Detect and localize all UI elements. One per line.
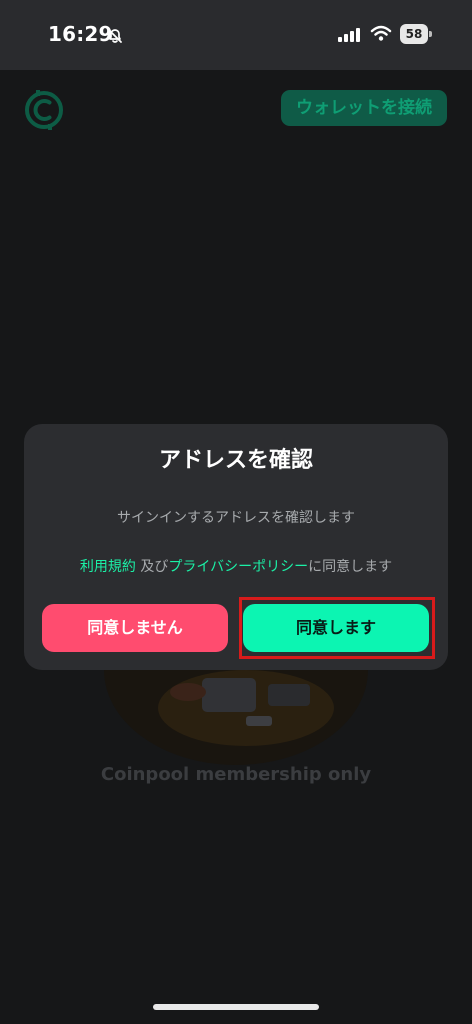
battery-level: 58: [400, 24, 428, 44]
agree-button[interactable]: 同意します: [243, 604, 429, 652]
privacy-policy-link[interactable]: プライバシーポリシー: [168, 559, 308, 575]
home-indicator[interactable]: [153, 1004, 319, 1010]
app-screen: 16:29 58 ウォレットを接続 Coinpool membership on…: [0, 0, 472, 1024]
battery-icon: 58: [400, 24, 432, 44]
status-time: 16:29: [48, 22, 113, 46]
modal-title: アドレスを確認: [158, 448, 313, 473]
terms-conjunction: 及び: [135, 559, 169, 575]
battery-tip: [429, 31, 432, 37]
signal-icon: [338, 28, 360, 42]
status-bar: 16:29 58: [0, 0, 472, 70]
connect-wallet-button[interactable]: ウォレットを接続: [281, 90, 447, 126]
terms-link[interactable]: 利用規約: [80, 559, 136, 575]
confirm-address-modal: アドレスを確認 サインインするアドレスを確認します 利用規約 及びプライバシーポ…: [24, 424, 448, 670]
membership-text: Coinpool membership only: [100, 764, 372, 785]
terms-suffix: に同意します: [308, 559, 393, 575]
bell-slash-icon: [108, 29, 122, 43]
wifi-icon: [370, 25, 392, 41]
decline-button[interactable]: 同意しません: [42, 604, 228, 652]
modal-description: サインインするアドレスを確認します: [117, 510, 355, 526]
coin-logo-icon[interactable]: [24, 90, 64, 130]
terms-agreement-text: 利用規約 及びプライバシーポリシーに同意します: [24, 556, 448, 576]
